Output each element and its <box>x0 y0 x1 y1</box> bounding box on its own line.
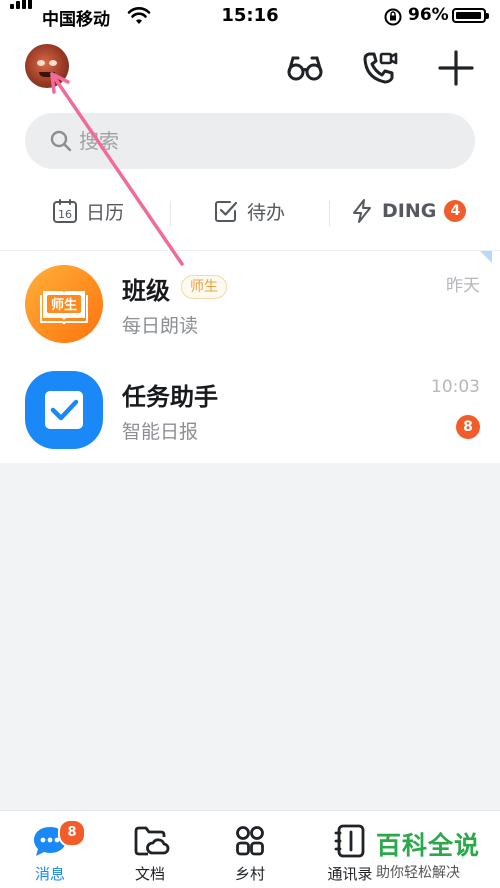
conversation-title: 班级 <box>122 277 170 305</box>
conversation-title: 任务助手 <box>122 383 218 411</box>
battery-percent: 96% <box>408 5 449 25</box>
search-bar[interactable] <box>25 113 475 169</box>
conversation-time: 昨天 <box>446 276 480 296</box>
checkbox-icon <box>215 201 238 222</box>
teacher-student-tag: 师生 <box>181 275 227 299</box>
todo-button[interactable]: 待办 <box>213 189 285 233</box>
class-icon-text: 师生 <box>51 297 77 313</box>
user-avatar[interactable] <box>25 44 69 88</box>
search-input[interactable] <box>79 126 429 156</box>
grid-apps-icon <box>236 826 264 856</box>
unread-count-badge: 8 <box>456 415 480 439</box>
address-book-icon <box>334 824 365 858</box>
conversation-subtitle: 智能日报 <box>122 421 199 443</box>
watermark: 百科全说 助你轻松解决 <box>376 826 480 882</box>
folder-cloud-icon <box>134 826 170 856</box>
conversation-list: 师生 班级 师生 每日朗读 昨天 任务助手 智能日报 10:03 8 <box>0 250 500 463</box>
rotation-lock-icon <box>384 8 402 26</box>
calendar-icon-date: 16 <box>58 208 72 221</box>
phone-video-icon[interactable] <box>360 48 400 88</box>
class-book-icon: 师生 <box>25 265 103 343</box>
calendar-label: 日历 <box>86 201 125 224</box>
nav-label: 消息 <box>34 865 65 883</box>
todo-label: 待办 <box>247 201 286 224</box>
conversation-item-class[interactable]: 师生 班级 师生 每日朗读 昨天 <box>0 251 500 357</box>
divider <box>170 201 171 227</box>
plus-icon[interactable] <box>436 48 476 88</box>
ding-badge: 4 <box>444 200 467 222</box>
nav-label: 乡村 <box>234 865 265 883</box>
lightning-icon <box>353 199 371 223</box>
search-icon <box>50 130 72 152</box>
watermark-subtitle: 助你轻松解决 <box>376 865 460 881</box>
message-header: 16 日历 待办 DING 4 <box>0 34 500 250</box>
ding-label: DING <box>382 200 437 222</box>
calendar-button[interactable]: 16 日历 <box>52 189 124 233</box>
nav-messages[interactable]: 8 消息 <box>0 811 100 888</box>
nav-village[interactable]: 乡村 <box>200 811 300 888</box>
conversation-subtitle: 每日朗读 <box>122 315 199 337</box>
calendar-icon: 16 <box>53 199 77 223</box>
divider <box>329 201 330 227</box>
messages-badge: 8 <box>58 819 86 847</box>
nav-label: 文档 <box>134 865 165 883</box>
glasses-icon[interactable] <box>285 48 325 88</box>
task-assistant-icon <box>25 371 103 449</box>
battery-icon <box>452 8 489 23</box>
ding-button[interactable]: DING 4 <box>350 189 467 233</box>
app-screen: 中国移动 15:16 96% 搜索 16 日历 待办 DING 4 师生 班级 … <box>0 0 500 888</box>
watermark-title: 百科全说 <box>376 831 481 860</box>
conversation-item-task-assistant[interactable]: 任务助手 智能日报 10:03 8 <box>0 357 500 463</box>
pinned-corner-marker <box>480 251 492 263</box>
conversation-time: 10:03 <box>431 377 480 397</box>
status-bar: 中国移动 15:16 96% <box>0 0 500 34</box>
nav-documents[interactable]: 文档 <box>100 811 200 888</box>
quick-actions: 16 日历 待办 DING 4 <box>0 189 500 233</box>
